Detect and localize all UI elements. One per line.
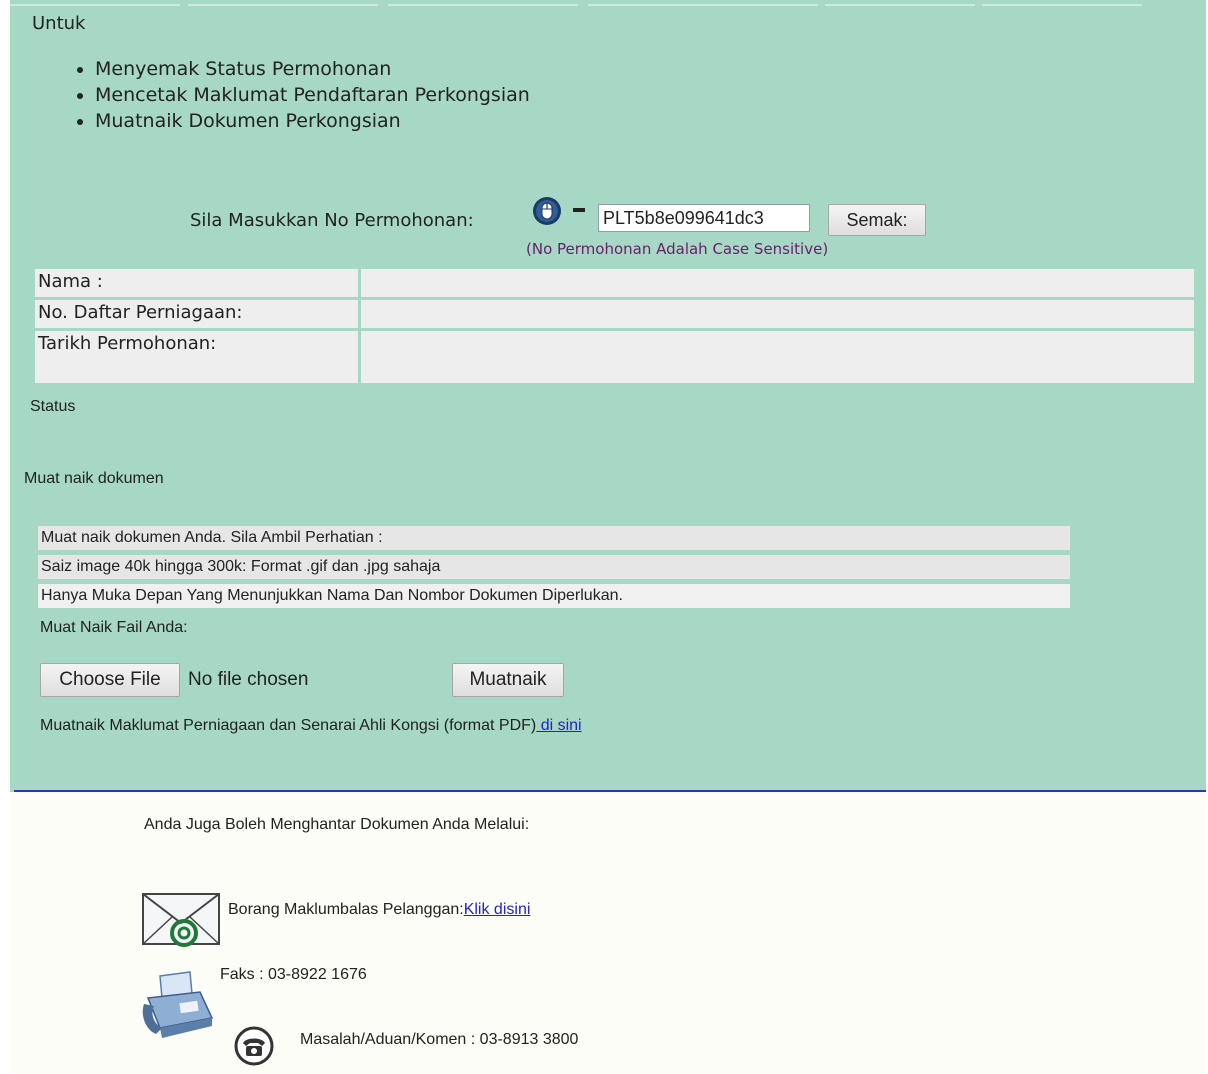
- feedback-form-text: Borang Maklumbalas Pelanggan:: [228, 901, 464, 918]
- upload-notes: Muat naik dokumen Anda. Sila Ambil Perha…: [38, 526, 1070, 613]
- fax-number: Faks : 03-8922 1676: [220, 966, 367, 983]
- feature-item: Menyemak Status Permohonan: [95, 56, 530, 82]
- application-number-input[interactable]: [598, 204, 810, 232]
- pdf-upload-link[interactable]: di sini: [536, 717, 582, 734]
- table-row: No. Daftar Perniagaan:: [35, 300, 1194, 328]
- intro-heading: Untuk: [32, 13, 86, 34]
- feedback-form-line: Borang Maklumbalas Pelanggan:Klik disini: [228, 901, 530, 919]
- alternatives-title: Anda Juga Boleh Menghantar Dokumen Anda …: [144, 816, 530, 833]
- page: Untuk Menyemak Status Permohonan Menceta…: [10, 0, 1206, 1074]
- fax-icon: [142, 971, 214, 1038]
- feature-item: Mencetak Maklumat Pendaftaran Perkongsia…: [95, 82, 530, 108]
- registration-number-value: [361, 300, 1194, 328]
- phone-icon: [234, 1026, 274, 1066]
- feedback-form-link[interactable]: Klik disini: [464, 901, 531, 918]
- email-icon: [142, 893, 220, 947]
- upload-note: Saiz image 40k hingga 300k: Format .gif …: [38, 555, 1070, 579]
- search-row: Sila Masukkan No Permohonan: Semak:: [190, 196, 990, 240]
- table-row: Tarikh Permohonan:: [35, 331, 1194, 383]
- file-status: No file chosen: [188, 669, 309, 690]
- application-info-table: Nama : No. Daftar Perniagaan: Tarikh Per…: [32, 266, 1197, 386]
- feature-item: Muatnaik Dokumen Perkongsian: [95, 108, 530, 134]
- upload-note: Muat naik dokumen Anda. Sila Ambil Perha…: [38, 526, 1070, 550]
- upload-note: Hanya Muka Depan Yang Menunjukkan Nama D…: [38, 584, 1070, 608]
- feature-list: Menyemak Status Permohonan Mencetak Makl…: [70, 56, 530, 134]
- file-upload-label: Muat Naik Fail Anda:: [40, 619, 188, 636]
- mouse-icon: [533, 197, 561, 225]
- table-row: Nama :: [35, 269, 1194, 297]
- name-label: Nama :: [35, 269, 358, 297]
- check-button[interactable]: Semak:: [828, 204, 926, 236]
- name-value: [361, 269, 1194, 297]
- application-date-value: [361, 331, 1194, 383]
- search-label: Sila Masukkan No Permohonan:: [190, 210, 474, 231]
- dash-separator: [573, 208, 585, 212]
- pdf-upload-line: Muatnaik Maklumat Perniagaan dan Senarai…: [40, 717, 582, 735]
- registration-number-label: No. Daftar Perniagaan:: [35, 300, 358, 328]
- status-label: Status: [30, 398, 76, 415]
- complaint-number: Masalah/Aduan/Komen : 03-8913 3800: [300, 1031, 579, 1048]
- case-sensitive-note: (No Permohonan Adalah Case Sensitive): [526, 240, 829, 258]
- choose-file-button[interactable]: Choose File: [40, 663, 180, 697]
- pdf-upload-text: Muatnaik Maklumat Perniagaan dan Senarai…: [40, 717, 537, 734]
- upload-section-label: Muat naik dokumen: [24, 470, 164, 487]
- upload-button[interactable]: Muatnaik: [452, 663, 564, 697]
- application-date-label: Tarikh Permohonan:: [35, 331, 358, 383]
- top-tab-strip: [10, 0, 1206, 8]
